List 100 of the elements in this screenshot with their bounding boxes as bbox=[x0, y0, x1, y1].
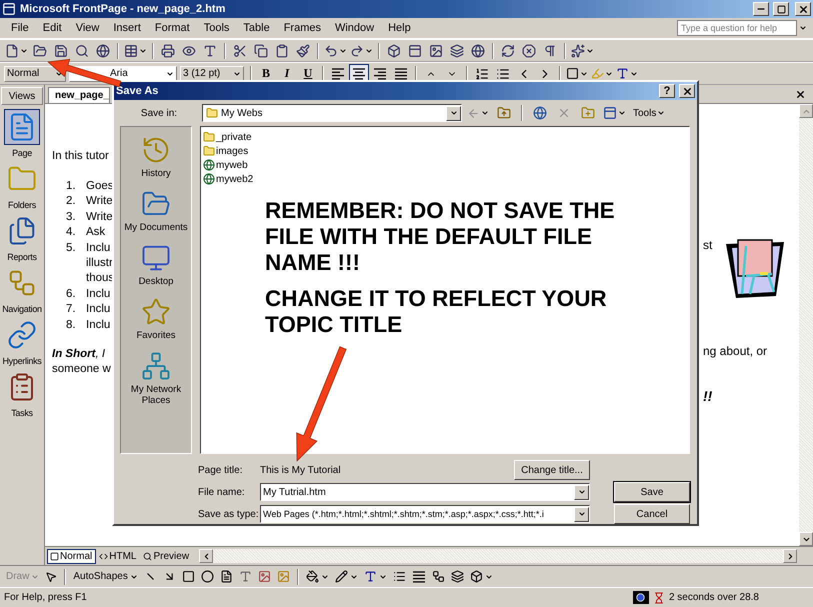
body-text: In Short, I someone w bbox=[52, 347, 111, 378]
minimize-button[interactable] bbox=[753, 2, 769, 16]
dropdown-button[interactable] bbox=[446, 106, 461, 120]
oval-icon bbox=[200, 570, 214, 583]
menu-item[interactable]: Insert bbox=[106, 22, 148, 34]
view-tab[interactable]: Normal bbox=[47, 548, 96, 564]
menu-item[interactable]: Edit bbox=[36, 22, 69, 34]
scroll-left-button[interactable] bbox=[199, 549, 214, 563]
place-item[interactable]: My Network Places bbox=[122, 351, 190, 406]
scroll-down-button[interactable] bbox=[799, 532, 813, 546]
menu-item[interactable]: Help bbox=[381, 22, 418, 34]
dropdown-button[interactable] bbox=[574, 484, 589, 500]
hourglass-icon bbox=[652, 592, 665, 604]
close-button[interactable] bbox=[679, 84, 695, 98]
place-icon bbox=[141, 243, 171, 273]
view-tab[interactable]: Preview bbox=[140, 548, 194, 564]
caret-icon bbox=[657, 109, 666, 117]
change-title-button[interactable]: Change title... bbox=[514, 460, 590, 480]
list-text: Write bbox=[86, 210, 114, 225]
save-button[interactable]: Save bbox=[614, 482, 690, 502]
save-in-dropdown[interactable]: My Webs bbox=[202, 104, 462, 122]
dropdown-button[interactable] bbox=[574, 506, 589, 522]
caret-icon bbox=[139, 46, 147, 54]
align-lines-icon bbox=[394, 66, 408, 80]
align-lines-icon bbox=[373, 66, 387, 80]
caret-icon bbox=[605, 70, 613, 78]
menu-item[interactable]: Table bbox=[236, 22, 277, 34]
caret-icon bbox=[484, 572, 493, 580]
help-button[interactable]: ? bbox=[659, 84, 675, 98]
sidebar-item[interactable]: Reports bbox=[0, 213, 44, 265]
bold-button[interactable]: B bbox=[256, 64, 276, 84]
maximize-icon bbox=[776, 4, 786, 14]
document-tab[interactable]: new_page_ bbox=[48, 87, 110, 103]
menu-item[interactable]: View bbox=[68, 22, 106, 34]
horizontal-scrollbar[interactable] bbox=[199, 549, 797, 563]
picture-icon bbox=[276, 570, 290, 583]
caret-icon bbox=[630, 70, 638, 78]
text-icon bbox=[238, 570, 252, 583]
printer-icon bbox=[161, 44, 175, 58]
caret-icon bbox=[166, 70, 174, 78]
shadow-button[interactable] bbox=[448, 568, 466, 586]
scroll-up-button[interactable] bbox=[799, 104, 813, 118]
sidebar-item[interactable]: Tasks bbox=[0, 369, 44, 421]
caret-icon bbox=[578, 488, 586, 496]
vertical-scrollbar[interactable] bbox=[799, 104, 813, 546]
sidebar-item[interactable]: Page bbox=[0, 109, 44, 161]
place-item[interactable]: Favorites bbox=[122, 297, 190, 341]
field-label: Page title: bbox=[198, 464, 244, 476]
list-text: Goes bbox=[86, 179, 114, 194]
place-item[interactable]: My Documents bbox=[122, 189, 190, 233]
list-entry[interactable]: myweb2 bbox=[203, 172, 254, 186]
place-item[interactable]: History bbox=[122, 135, 190, 179]
italic-button[interactable]: I bbox=[277, 64, 297, 84]
font-color-icon bbox=[364, 570, 377, 583]
numbered-list-icon bbox=[475, 66, 489, 80]
maximize-button[interactable] bbox=[773, 2, 789, 16]
page-title-value: This is My Tutorial bbox=[260, 464, 342, 476]
box-icon bbox=[387, 44, 401, 58]
globe-icon bbox=[533, 106, 547, 120]
style-dropdown[interactable]: Normal bbox=[4, 66, 66, 82]
list-number: 3. bbox=[66, 210, 77, 225]
body-text: st bbox=[703, 238, 712, 252]
pencil-icon bbox=[334, 570, 348, 583]
caret-icon bbox=[618, 109, 626, 117]
menu-item[interactable]: Frames bbox=[276, 22, 328, 34]
help-search-field[interactable]: Type a question for help bbox=[677, 20, 797, 36]
view-tab[interactable]: HTML bbox=[96, 548, 140, 564]
list-entry[interactable]: myweb bbox=[203, 158, 248, 172]
underline-button[interactable]: U bbox=[298, 64, 318, 84]
sidebar-item[interactable]: Folders bbox=[0, 161, 44, 213]
menu-item[interactable]: Format bbox=[148, 22, 197, 34]
tools-button[interactable]: Tools bbox=[631, 104, 668, 122]
body-text: !! bbox=[703, 388, 714, 404]
oval-button[interactable] bbox=[198, 568, 216, 586]
list-entry[interactable]: _private bbox=[203, 130, 252, 144]
autoshapes-button[interactable]: AutoShapes bbox=[71, 568, 140, 586]
close-button[interactable] bbox=[795, 2, 811, 16]
place-item[interactable]: Desktop bbox=[122, 243, 190, 287]
file-name-field[interactable]: My Tutrial.htm bbox=[260, 483, 590, 501]
menu-item[interactable]: Window bbox=[328, 22, 382, 34]
caret-icon bbox=[320, 572, 329, 580]
tab-icon bbox=[143, 552, 152, 560]
file-type-dropdown[interactable]: Web Pages (*.htm;*.html;*.shtml;*.shtm;*.stm;*.asp;*.aspx;*.css;*.htt;*.i bbox=[260, 505, 590, 523]
menu-item[interactable]: File bbox=[4, 22, 36, 34]
sidebar-item[interactable]: Hyperlinks bbox=[0, 317, 44, 369]
layers-icon bbox=[450, 44, 464, 58]
globe-icon bbox=[471, 44, 485, 58]
font-size-dropdown[interactable]: 3 (12 pt) bbox=[180, 66, 244, 82]
views-icon bbox=[603, 106, 617, 120]
body-text: ng about, or bbox=[703, 344, 768, 358]
menu-item[interactable]: Tools bbox=[196, 22, 236, 34]
bullet-list-icon bbox=[496, 66, 510, 80]
notice-text: CHANGE IT TO REFLECT YOUR TOPIC TITLE bbox=[265, 286, 608, 338]
sidebar-item[interactable]: Navigation bbox=[0, 265, 44, 317]
cancel-button[interactable]: Cancel bbox=[614, 504, 690, 524]
cube-icon bbox=[470, 570, 483, 583]
list-entry[interactable]: images bbox=[203, 144, 248, 158]
scroll-right-button[interactable] bbox=[783, 549, 797, 563]
save-icon bbox=[54, 44, 68, 58]
folder-icon bbox=[203, 145, 215, 157]
